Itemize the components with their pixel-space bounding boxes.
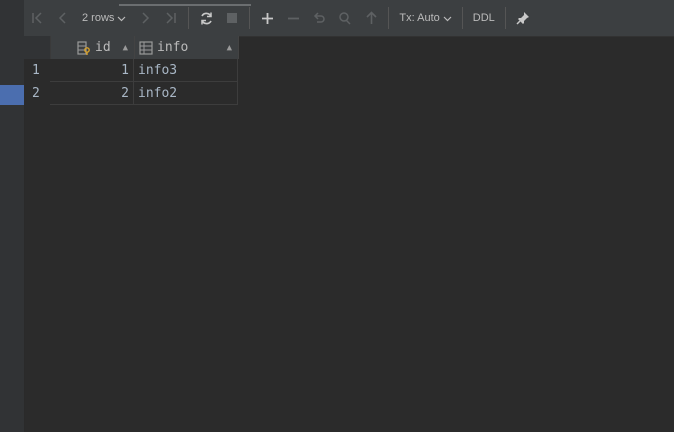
column-header-label: info <box>157 40 189 55</box>
ddl-button[interactable]: DDL <box>467 12 501 24</box>
key-column-icon <box>77 40 90 55</box>
last-page-icon <box>166 12 177 24</box>
cell-info[interactable]: info2 <box>134 82 238 105</box>
eye-icon <box>339 12 351 25</box>
row-number[interactable]: 1 <box>24 59 50 82</box>
chevron-right-icon <box>142 12 150 24</box>
cell-id[interactable]: 1 <box>50 59 134 82</box>
column-header-info[interactable]: info ▲︎ <box>135 36 239 59</box>
left-gutter <box>0 0 25 432</box>
transaction-mode-dropdown[interactable]: Tx: Auto <box>393 12 457 24</box>
stop-button[interactable] <box>219 5 245 31</box>
ddl-label: DDL <box>472 12 495 24</box>
results-toolbar: 2 rows Tx: Auto DDL <box>24 0 674 37</box>
undo-icon <box>314 12 326 23</box>
first-page-button[interactable] <box>24 5 50 31</box>
submit-button[interactable] <box>358 5 384 31</box>
pin-tab-button[interactable] <box>510 5 536 31</box>
active-tab-indicator <box>119 4 251 6</box>
add-row-button[interactable] <box>254 5 280 31</box>
chevron-down-icon <box>117 16 126 21</box>
arrow-up-icon <box>366 11 377 24</box>
sort-icon[interactable]: ▲︎ <box>123 43 128 53</box>
table-row[interactable]: 2 2 info2 <box>24 82 239 105</box>
sort-icon[interactable]: ▲︎ <box>227 43 232 53</box>
first-page-icon <box>32 12 42 24</box>
rows-count-label: 2 rows <box>82 12 115 24</box>
cell-info[interactable]: info3 <box>134 59 238 82</box>
delete-row-button[interactable] <box>280 5 306 31</box>
transaction-mode-label: Tx: Auto <box>399 12 440 24</box>
grid-header: id ▲︎ info ▲︎ <box>24 36 239 59</box>
rows-count-dropdown[interactable]: 2 rows <box>76 12 132 24</box>
preview-changes-button[interactable] <box>332 5 358 31</box>
row-number-header <box>24 36 51 59</box>
refresh-button[interactable] <box>193 5 219 31</box>
chevron-down-icon <box>443 16 452 21</box>
toolbar-separator <box>504 7 506 29</box>
column-header-id[interactable]: id ▲︎ <box>51 36 135 59</box>
revert-button[interactable] <box>306 5 332 31</box>
minus-icon <box>287 17 299 19</box>
previous-page-button[interactable] <box>50 5 76 31</box>
toolbar-separator <box>461 7 463 29</box>
results-grid: id ▲︎ info ▲︎ 1 1 info3 2 2 info2 <box>24 36 239 105</box>
cell-id[interactable]: 2 <box>50 82 134 105</box>
row-number[interactable]: 2 <box>24 82 50 105</box>
plus-icon <box>261 12 273 24</box>
toolbar-separator <box>249 7 251 29</box>
pin-icon <box>516 12 529 25</box>
chevron-left-icon <box>58 12 66 24</box>
stop-icon <box>227 13 238 23</box>
last-page-button[interactable] <box>158 5 184 31</box>
gutter-selection-marker <box>0 85 24 105</box>
column-header-label: id <box>95 40 111 55</box>
column-icon <box>139 40 153 55</box>
toolbar-separator <box>388 7 390 29</box>
next-page-button[interactable] <box>132 5 158 31</box>
table-row[interactable]: 1 1 info3 <box>24 59 239 82</box>
toolbar-separator <box>188 7 190 29</box>
refresh-icon <box>201 12 212 24</box>
